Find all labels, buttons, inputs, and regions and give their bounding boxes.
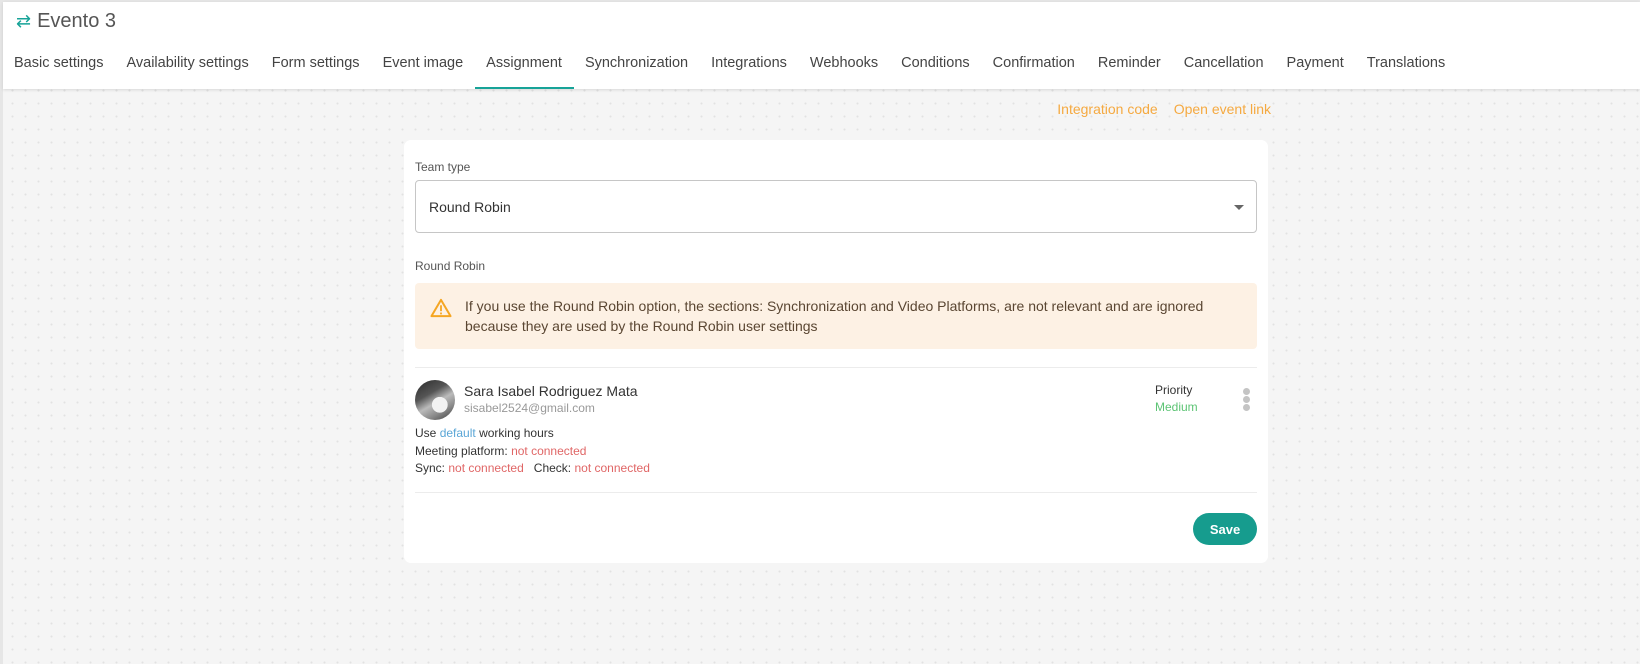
team-member-row: Sara Isabel Rodriguez Mata sisabel2524@g…: [415, 380, 1257, 480]
tab-basic-settings[interactable]: Basic settings: [3, 46, 115, 89]
avatar: [415, 380, 455, 420]
swap-arrows-icon: ⇄: [16, 11, 32, 32]
member-email: sisabel2524@gmail.com: [464, 401, 595, 415]
tab-form-settings[interactable]: Form settings: [261, 46, 372, 89]
page-title: ⇄ Evento 3: [16, 10, 116, 33]
assignment-card: Team type Round Robin Round Robin If you…: [404, 140, 1268, 563]
priority-label: Priority: [1155, 383, 1193, 397]
page-header: ⇄ Evento 3 Basic settings Availability s…: [3, 2, 1640, 89]
save-button[interactable]: Save: [1193, 513, 1257, 545]
check-status: not connected: [574, 461, 650, 475]
sync-label: Sync:: [415, 461, 446, 475]
tab-cancellation[interactable]: Cancellation: [1173, 46, 1276, 89]
tab-payment[interactable]: Payment: [1276, 46, 1356, 89]
team-type-value: Round Robin: [429, 199, 511, 215]
tab-conditions[interactable]: Conditions: [890, 46, 982, 89]
team-type-label: Team type: [415, 160, 471, 174]
meeting-platform-line: Meeting platform: not connected: [415, 444, 586, 458]
tab-integrations[interactable]: Integrations: [700, 46, 799, 89]
tab-confirmation[interactable]: Confirmation: [982, 46, 1087, 89]
use-suffix: working hours: [479, 426, 554, 440]
tab-event-image[interactable]: Event image: [372, 46, 476, 89]
tab-availability-settings[interactable]: Availability settings: [115, 46, 260, 89]
more-options-icon[interactable]: [1241, 388, 1251, 411]
divider: [415, 367, 1257, 368]
tab-synchronization[interactable]: Synchronization: [574, 46, 700, 89]
sync-line: Sync: not connected Check: not connected: [415, 461, 650, 475]
working-hours-line: Use default working hours: [415, 426, 554, 440]
tab-reminder[interactable]: Reminder: [1087, 46, 1173, 89]
tab-assignment[interactable]: Assignment: [475, 46, 574, 89]
meeting-platform-label: Meeting platform:: [415, 444, 508, 458]
sync-status: not connected: [448, 461, 524, 475]
open-event-link[interactable]: Open event link: [1174, 101, 1271, 117]
meeting-platform-status: not connected: [511, 444, 587, 458]
check-label: Check:: [533, 461, 572, 475]
section-label: Round Robin: [415, 259, 486, 273]
alert-message: If you use the Round Robin option, the s…: [465, 298, 1204, 334]
caret-down-icon: [1234, 205, 1244, 210]
round-robin-alert: If you use the Round Robin option, the s…: [415, 283, 1257, 349]
event-title: Evento 3: [37, 10, 117, 32]
use-prefix: Use: [415, 426, 437, 440]
warning-triangle-icon: [430, 298, 452, 318]
priority-value: Medium: [1155, 400, 1198, 414]
divider: [415, 492, 1257, 493]
tab-translations[interactable]: Translations: [1356, 46, 1457, 89]
event-links: Integration code Open event link: [1057, 101, 1271, 117]
default-hours-link[interactable]: default: [440, 426, 476, 440]
member-name: Sara Isabel Rodriguez Mata: [464, 383, 638, 399]
team-type-select[interactable]: Round Robin: [415, 180, 1257, 233]
tab-bar: Basic settings Availability settings For…: [3, 46, 1457, 89]
tab-webhooks[interactable]: Webhooks: [799, 46, 890, 89]
integration-code-link[interactable]: Integration code: [1057, 101, 1157, 117]
